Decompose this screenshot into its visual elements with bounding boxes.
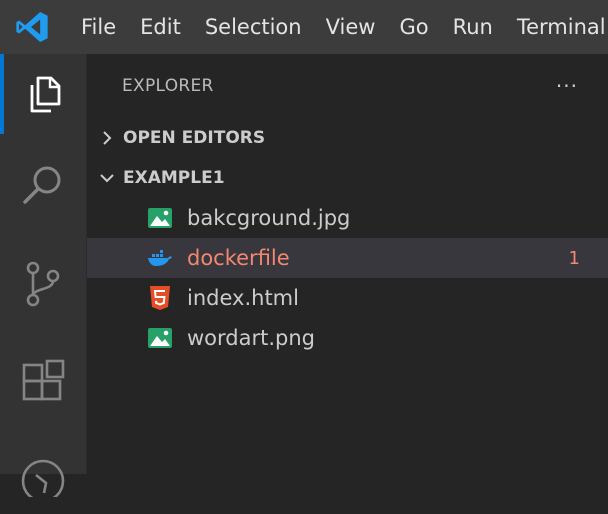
file-name: wordart.png (187, 326, 315, 350)
menu-selection[interactable]: Selection (193, 0, 314, 54)
section-label: OPEN EDITORS (123, 128, 266, 148)
activity-search[interactable] (0, 146, 86, 226)
menu-run[interactable]: Run (441, 0, 505, 54)
explorer-header: EXPLORER ··· (87, 54, 608, 118)
image-icon (147, 325, 173, 351)
section-open-editors[interactable]: OPEN EDITORS (87, 118, 608, 158)
chevron-right-icon (103, 131, 112, 145)
menu-go[interactable]: Go (387, 0, 440, 54)
chevron-down-icon (100, 174, 114, 183)
file-name: bakcground.jpg (187, 206, 351, 230)
menu-file[interactable]: File (69, 0, 128, 54)
explorer-title: EXPLORER (122, 76, 214, 96)
more-actions-button[interactable]: ··· (556, 74, 578, 98)
run-debug-icon (21, 459, 65, 497)
vscode-logo-icon[interactable] (15, 10, 49, 44)
extensions-icon (22, 359, 65, 401)
file-name: index.html (187, 286, 299, 310)
file-item-bakcground[interactable]: bakcground.jpg (87, 198, 608, 238)
explorer-sidebar: EXPLORER ··· OPEN EDITORS EXAMPLE1 bakcg… (87, 54, 608, 474)
activity-source-control[interactable] (0, 244, 86, 324)
file-item-wordart[interactable]: wordart.png (87, 318, 608, 358)
file-name: dockerfile (187, 246, 290, 270)
menu-terminal[interactable]: Terminal (505, 0, 608, 54)
docker-icon (147, 245, 173, 271)
file-item-dockerfile[interactable]: dockerfile 1 (87, 238, 608, 278)
section-workspace[interactable]: EXAMPLE1 (87, 158, 608, 198)
problem-count-badge: 1 (568, 247, 580, 269)
image-icon (147, 205, 173, 231)
explorer-icon (30, 76, 61, 113)
activity-explorer[interactable] (0, 54, 86, 134)
source-control-icon (26, 261, 60, 307)
activity-run-debug[interactable] (0, 434, 86, 514)
html5-icon (147, 285, 173, 311)
file-item-index-html[interactable]: index.html (87, 278, 608, 318)
section-label: EXAMPLE1 (123, 168, 225, 188)
activity-bar (0, 54, 87, 497)
menu-view[interactable]: View (314, 0, 388, 54)
menu-edit[interactable]: Edit (128, 0, 193, 54)
title-bar: File Edit Selection View Go Run Terminal (0, 0, 608, 54)
search-icon (23, 166, 61, 204)
activity-extensions[interactable] (0, 342, 86, 422)
